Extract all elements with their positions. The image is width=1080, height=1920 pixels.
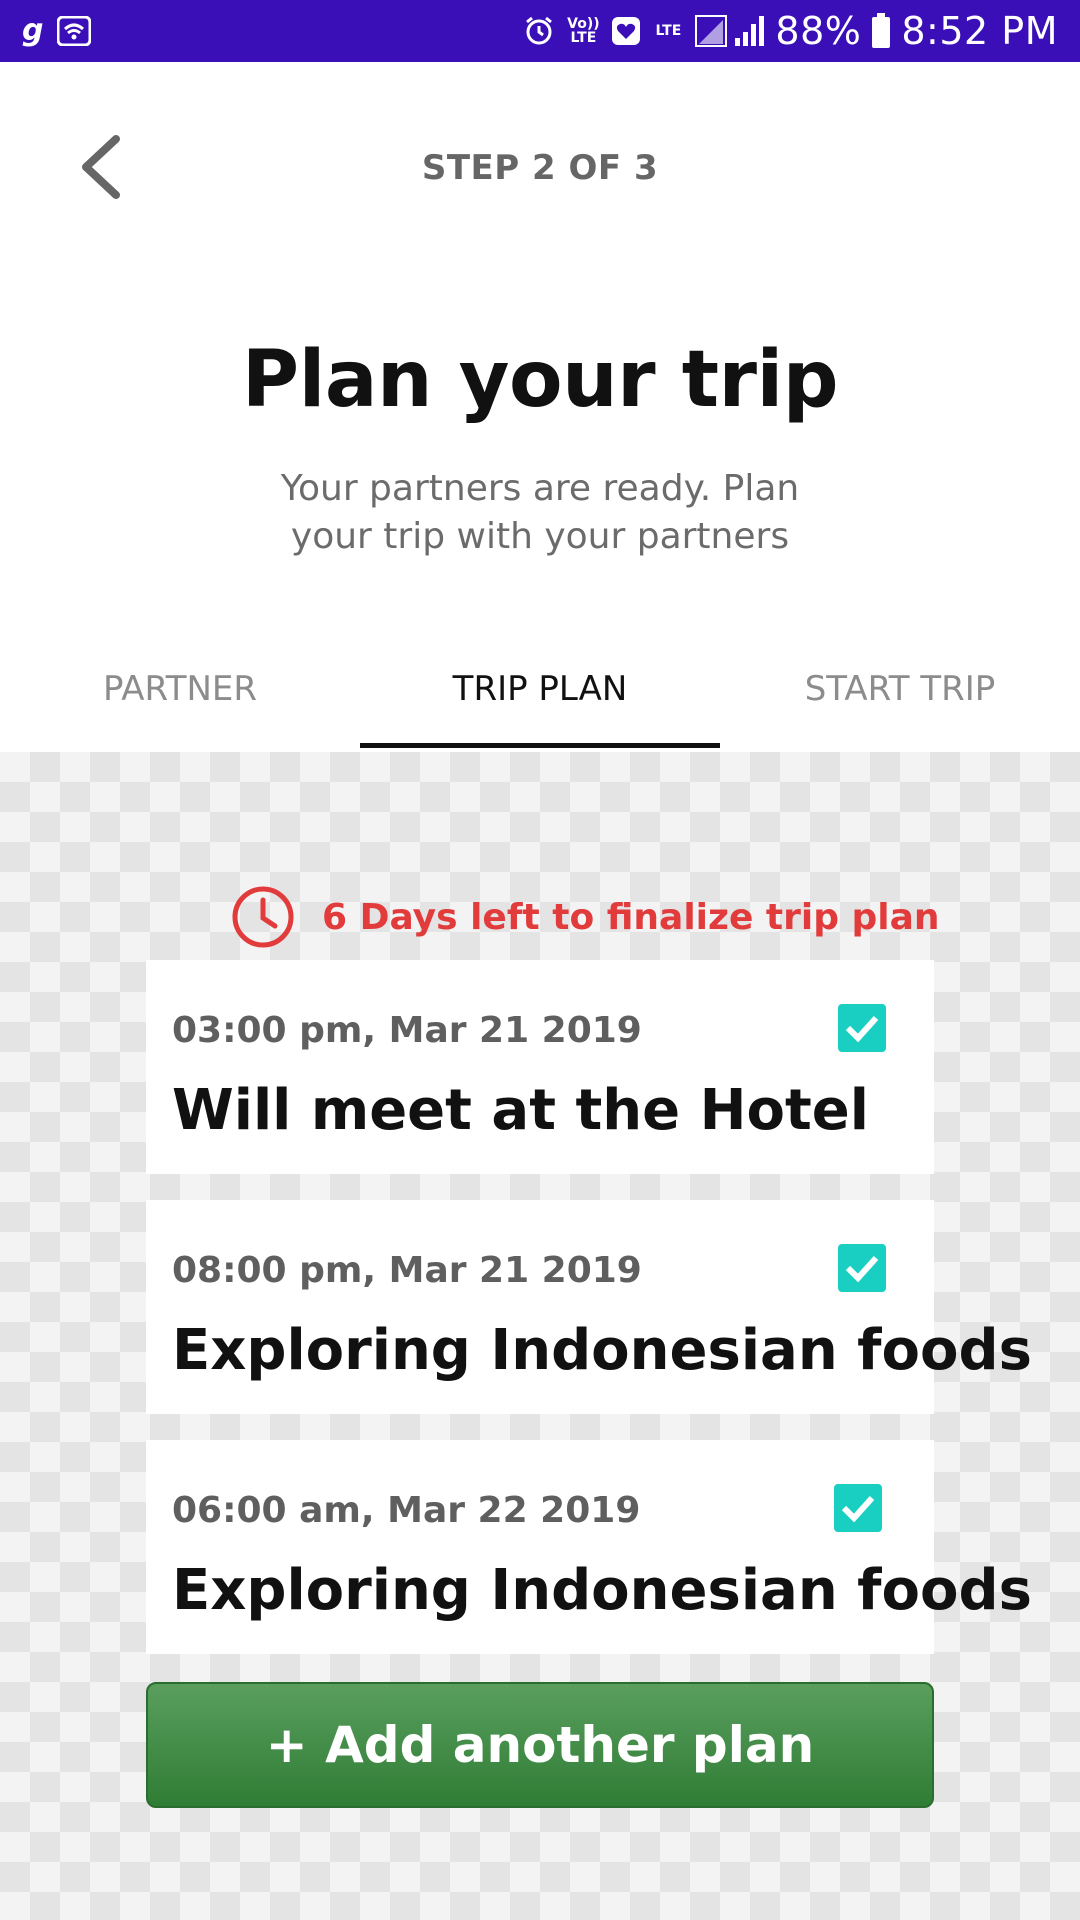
plan-card[interactable]: 03:00 pm, Mar 21 2019 Will meet at the H… <box>146 960 934 1174</box>
battery-icon <box>871 13 891 49</box>
tab-bar: PARTNER TRIP PLAN START TRIP <box>0 640 1080 752</box>
plan-checkbox[interactable] <box>838 1004 886 1052</box>
lte-icon: LTE <box>655 23 682 39</box>
goibibo-app-icon: g <box>22 13 44 48</box>
battery-percent: 88% <box>775 9 862 53</box>
check-icon <box>845 1015 879 1043</box>
plan-title: Exploring Indonesian foods <box>172 1558 1032 1623</box>
check-icon <box>841 1495 875 1523</box>
volte-icon: Vo)) LTE <box>567 16 600 46</box>
plan-checkbox[interactable] <box>838 1244 886 1292</box>
plan-title: Exploring Indonesian foods <box>172 1318 1032 1383</box>
plan-time: 06:00 am, Mar 22 2019 <box>172 1490 641 1531</box>
plan-time: 08:00 pm, Mar 21 2019 <box>172 1250 642 1291</box>
status-bar-right: Vo)) LTE LTE 88% 8:52 PM <box>523 9 1058 53</box>
page-subtitle: Your partners are ready. Plan your trip … <box>280 468 800 557</box>
clock-icon <box>232 886 294 948</box>
status-bar-left: g <box>22 13 92 48</box>
plan-time: 03:00 pm, Mar 21 2019 <box>172 1010 642 1051</box>
tab-partner[interactable]: PARTNER <box>0 640 360 752</box>
plan-card[interactable]: 06:00 am, Mar 22 2019 Exploring Indonesi… <box>146 1440 1032 1654</box>
plan-card[interactable]: 08:00 pm, Mar 21 2019 Exploring Indonesi… <box>146 1200 1032 1414</box>
page-title: Plan your trip <box>241 335 839 425</box>
plan-title: Will meet at the Hotel <box>172 1078 869 1143</box>
heart-icon <box>611 16 641 46</box>
header: STEP 2 OF 3 <box>0 62 1080 212</box>
check-icon <box>845 1255 879 1283</box>
step-indicator: STEP 2 OF 3 <box>421 148 659 188</box>
wifi-icon <box>57 16 92 46</box>
status-bar: g Vo)) LTE LTE 88% 8:52 PM <box>0 0 1080 62</box>
add-plan-button[interactable]: + Add another plan <box>146 1682 934 1808</box>
trip-plan-panel: 6 Days left to finalize trip plan 03:00 … <box>0 752 1080 1920</box>
plan-checkbox[interactable] <box>834 1484 882 1532</box>
alarm-icon <box>523 15 555 47</box>
clock-time: 8:52 PM <box>901 9 1058 53</box>
tab-start-trip[interactable]: START TRIP <box>720 640 1080 752</box>
deadline-text: 6 Days left to finalize trip plan <box>322 896 940 938</box>
tab-trip-plan[interactable]: TRIP PLAN <box>360 640 720 752</box>
deadline-banner: 6 Days left to finalize trip plan <box>230 882 940 952</box>
signal-icon <box>695 14 765 48</box>
